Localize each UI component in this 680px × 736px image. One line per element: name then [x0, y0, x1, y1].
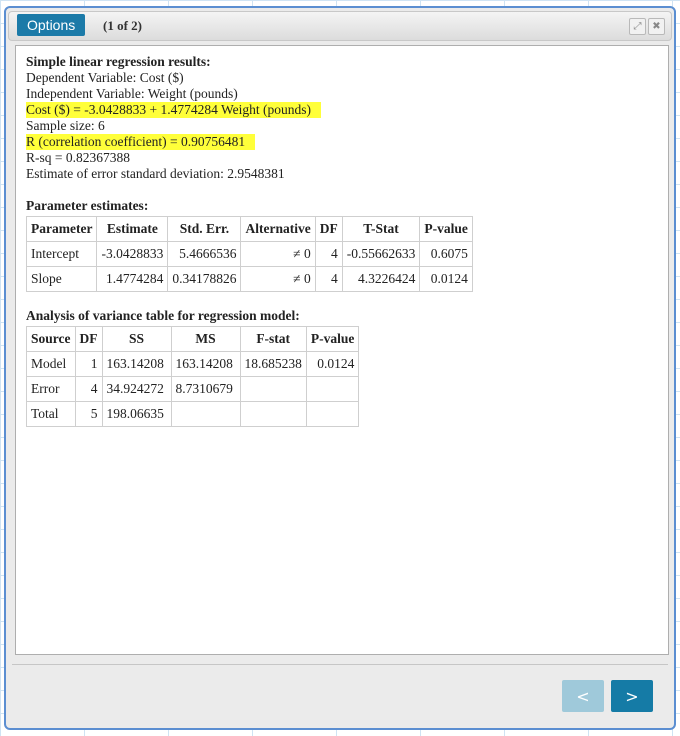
column-header: Estimate: [96, 216, 169, 242]
r-squared: R-sq = 0.82367388: [26, 150, 130, 165]
table-cell: [305, 401, 360, 427]
table-row: Intercept -3.0428833 5.4666536 ≠ 0 4 -0.…: [25, 241, 473, 267]
parameter-estimates-title: Parameter estimates:: [26, 198, 149, 213]
page-count: (1 of 2): [103, 18, 142, 33]
table-cell: 1.4774284: [96, 266, 169, 292]
table-cell: 163.14208: [170, 351, 241, 377]
correlation-coefficient: R (correlation coefficient) = 0.90756481: [26, 134, 256, 150]
table-cell: 34.924272: [101, 376, 172, 402]
dialog-titlebar: Options (1 of 2) ⤢ ✖: [8, 11, 672, 41]
table-header-row: Parameter Estimate Std. Err. Alternative…: [25, 216, 473, 242]
table-cell: 0.6075: [419, 241, 473, 267]
column-header: DF: [314, 216, 343, 242]
table-row: Model 1 163.14208 163.14208 18.685238 0.…: [26, 351, 360, 377]
table-cell: 0.0124: [305, 351, 360, 377]
column-header: DF: [74, 326, 103, 352]
column-header: F-stat: [239, 326, 307, 352]
table-cell: 18.685238: [239, 351, 307, 377]
table-cell: 4.3226424: [341, 266, 421, 292]
table-cell: Model: [26, 351, 76, 377]
table-cell: [239, 401, 307, 427]
table-cell: 163.14208: [101, 351, 172, 377]
table-header-row: Source DF SS MS F-stat P-value: [26, 326, 360, 352]
column-header: P-value: [305, 326, 360, 352]
table-cell: -3.0428833: [96, 241, 169, 267]
sample-size: Sample size: 6: [26, 118, 105, 133]
options-dialog: Options (1 of 2) ⤢ ✖ Simple linear regre…: [4, 6, 676, 730]
error-std-deviation: Estimate of error standard deviation: 2.…: [26, 166, 285, 181]
table-cell: Slope: [25, 266, 98, 292]
parameter-estimates-table: Parameter Estimate Std. Err. Alternative…: [25, 216, 473, 292]
previous-page-button[interactable]: <: [562, 680, 604, 712]
column-header: P-value: [419, 216, 473, 242]
table-cell: -0.55662633: [341, 241, 421, 267]
table-row: Error 4 34.924272 8.7310679: [26, 376, 360, 402]
table-cell: [305, 376, 360, 402]
independent-variable: Independent Variable: Weight (pounds): [26, 86, 238, 101]
expand-icon[interactable]: ⤢: [629, 18, 646, 35]
close-icon[interactable]: ✖: [648, 18, 665, 35]
column-header: MS: [170, 326, 241, 352]
window-controls: ⤢ ✖: [629, 18, 665, 35]
table-cell: 4: [314, 266, 343, 292]
table-row: Total 5 198.06635: [26, 401, 360, 427]
table-cell: Intercept: [25, 241, 98, 267]
footer-divider: [12, 664, 668, 665]
table-cell: ≠ 0: [240, 266, 316, 292]
table-cell: [239, 376, 307, 402]
output-panel: Simple linear regression results: Depend…: [15, 45, 669, 655]
column-header: SS: [101, 326, 172, 352]
table-cell: 1: [74, 351, 103, 377]
table-cell: 0.0124: [419, 266, 473, 292]
table-cell: [170, 401, 241, 427]
table-cell: Total: [26, 401, 76, 427]
results-heading: Simple linear regression results:: [26, 54, 211, 69]
table-cell: 0.34178826: [167, 266, 242, 292]
regression-equation: Cost ($) = -3.0428833 + 1.4774284 Weight…: [26, 102, 322, 118]
options-button[interactable]: Options: [17, 14, 86, 36]
table-cell: 198.06635: [101, 401, 172, 427]
table-cell: 5.4666536: [167, 241, 242, 267]
column-header: Source: [26, 326, 76, 352]
table-cell: 5: [74, 401, 103, 427]
dependent-variable: Dependent Variable: Cost ($): [26, 70, 184, 85]
anova-table: Source DF SS MS F-stat P-value Model 1 1…: [26, 326, 360, 427]
next-page-button[interactable]: >: [611, 680, 653, 712]
anova-title: Analysis of variance table for regressio…: [26, 308, 300, 323]
column-header: T-Stat: [341, 216, 421, 242]
column-header: Std. Err.: [167, 216, 242, 242]
column-header: Alternative: [240, 216, 316, 242]
table-cell: ≠ 0: [240, 241, 316, 267]
column-header: Parameter: [25, 216, 98, 242]
table-cell: 4: [74, 376, 103, 402]
table-cell: Error: [26, 376, 76, 402]
table-cell: 8.7310679: [170, 376, 241, 402]
table-cell: 4: [314, 241, 343, 267]
table-row: Slope 1.4774284 0.34178826 ≠ 0 4 4.32264…: [25, 266, 473, 292]
